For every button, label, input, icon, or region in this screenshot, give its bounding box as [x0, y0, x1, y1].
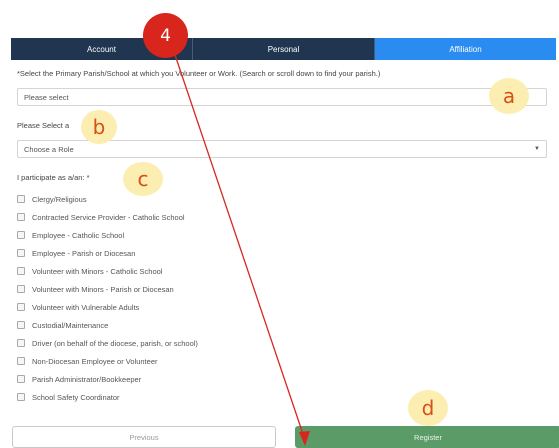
step-marker: 4	[143, 13, 188, 58]
arrow-head	[299, 431, 310, 446]
annotation-a: a	[489, 78, 529, 114]
annotation-c: c	[123, 162, 163, 196]
annotation-d: d	[408, 390, 448, 426]
annotation-b: b	[81, 110, 117, 144]
annotation-arrow	[169, 39, 310, 446]
arrow-line	[169, 39, 306, 441]
